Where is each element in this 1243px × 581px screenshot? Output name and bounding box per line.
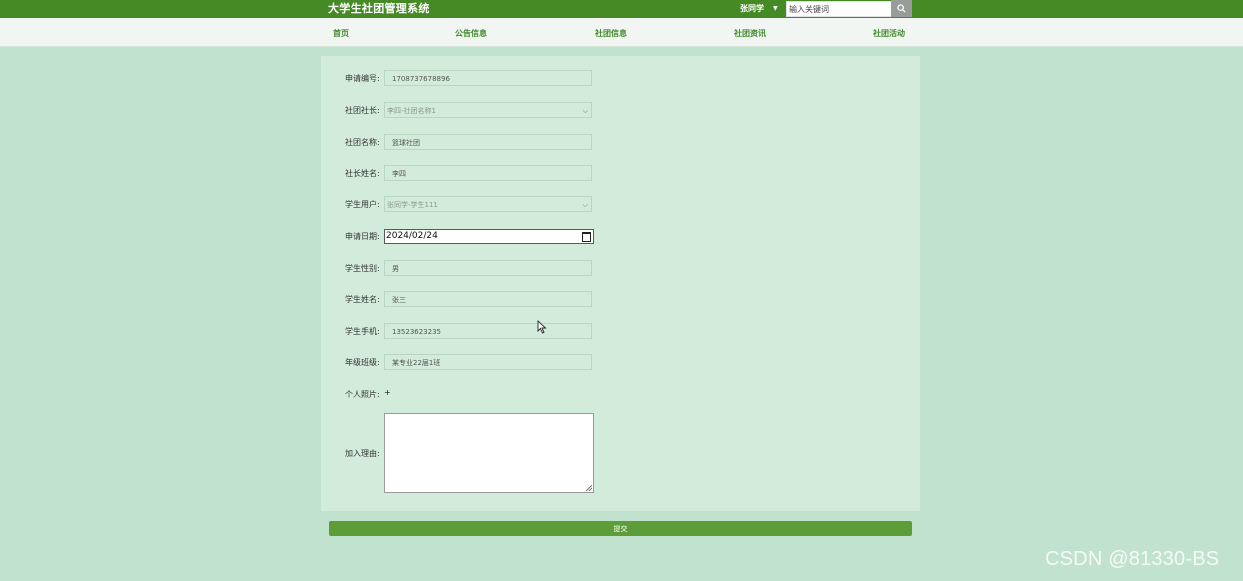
club-name-field[interactable]: 篮球社团 bbox=[384, 134, 592, 150]
nav-item-news[interactable]: 社团资讯 bbox=[734, 18, 766, 46]
nav-item-home[interactable]: 首页 bbox=[333, 18, 349, 46]
phone-field[interactable]: 13523623235 bbox=[384, 323, 592, 339]
submit-button[interactable]: 提交 bbox=[329, 521, 912, 536]
chevron-down-icon: ⌵ bbox=[582, 201, 588, 209]
mouse-cursor-icon bbox=[537, 320, 547, 334]
nav-item-activities[interactable]: 社团活动 bbox=[873, 18, 905, 46]
class-field[interactable]: 某专业22届1班 bbox=[384, 354, 592, 370]
resize-handle-icon[interactable] bbox=[586, 485, 592, 491]
field-label: 个人照片: bbox=[345, 390, 380, 399]
nav-item-notices[interactable]: 公告信息 bbox=[455, 18, 487, 46]
calendar-icon[interactable] bbox=[582, 232, 591, 242]
reason-textarea[interactable] bbox=[384, 413, 594, 493]
user-menu[interactable]: 张同学 bbox=[740, 2, 764, 16]
club-president-select[interactable]: 李四-社团名称1 ⌵ bbox=[384, 102, 592, 118]
nav-item-clubs[interactable]: 社团信息 bbox=[595, 18, 627, 46]
gender-field[interactable]: 男 bbox=[384, 260, 592, 276]
application-form: 申请编号: 1708737678896 社团社长: 李四-社团名称1 ⌵ 社团名… bbox=[321, 56, 920, 511]
top-bar: 大学生社团管理系统 张同学 ▼ bbox=[0, 0, 1243, 18]
student-user-select[interactable]: 张同学-学生111 ⌵ bbox=[384, 196, 592, 212]
student-name-field[interactable]: 张三 bbox=[384, 291, 592, 307]
application-date-input[interactable]: 2024/02/24 bbox=[384, 229, 594, 244]
site-title: 大学生社团管理系统 bbox=[328, 2, 430, 15]
nav-bar: 首页 公告信息 社团信息 社团资讯 社团活动 bbox=[0, 18, 1243, 47]
chevron-down-icon[interactable]: ▼ bbox=[773, 4, 778, 14]
search-icon bbox=[897, 4, 906, 13]
select-value: 张同学-学生111 bbox=[387, 201, 438, 209]
date-value: 2024/02/24 bbox=[386, 231, 438, 241]
search-input[interactable] bbox=[786, 1, 895, 17]
search-button[interactable] bbox=[891, 0, 912, 17]
application-id-field[interactable]: 1708737678896 bbox=[384, 70, 592, 86]
president-name-field[interactable]: 李四 bbox=[384, 165, 592, 181]
watermark: CSDN @81330-BS bbox=[1045, 548, 1220, 570]
photo-upload-button[interactable]: + bbox=[384, 386, 391, 400]
chevron-down-icon: ⌵ bbox=[582, 107, 588, 115]
select-value: 李四-社团名称1 bbox=[387, 107, 436, 115]
